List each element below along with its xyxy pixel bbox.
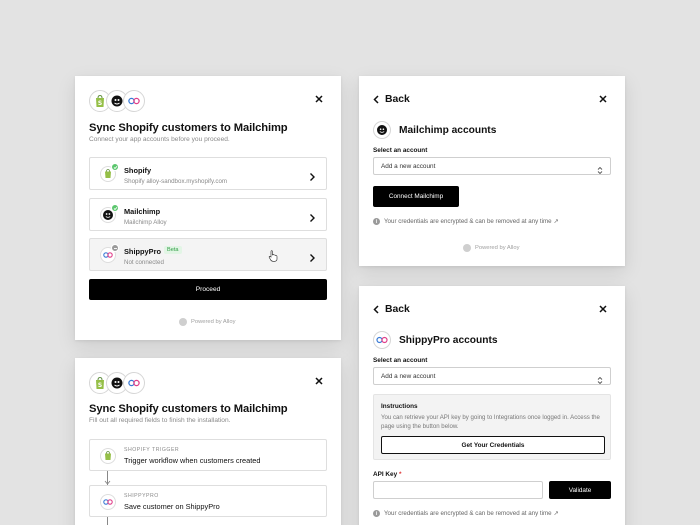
install-dialog: S Sync Shopify customers to Mailchimp Fi… — [75, 358, 341, 525]
close-icon[interactable] — [597, 93, 609, 105]
step-connector — [107, 517, 108, 525]
app-name: ShippyPro — [124, 247, 161, 256]
chevron-updown-icon — [597, 372, 603, 390]
api-key-label: API Key * — [373, 471, 401, 478]
chevron-updown-icon — [597, 162, 603, 180]
app-row-shippypro[interactable]: ShippyPro Beta Not connected — [89, 238, 327, 271]
instructions-panel: Instructions You can retrieve your API k… — [373, 394, 611, 460]
close-icon[interactable] — [597, 303, 609, 315]
shippypro-icon — [100, 494, 116, 510]
back-label: Back — [385, 304, 410, 315]
get-credentials-button[interactable]: Get Your Credentials — [381, 436, 605, 454]
mailchimp-accounts-dialog: Back Mailchimp accounts Select an accoun… — [359, 76, 625, 266]
connect-mailchimp-button[interactable]: Connect Mailchimp — [373, 186, 459, 207]
encryption-note-text: Your credentials are encrypted & can be … — [384, 510, 559, 517]
hand-cursor-icon — [268, 249, 278, 262]
back-label: Back — [385, 94, 410, 105]
instructions-text: You can retrieve your API key by going t… — [381, 414, 600, 430]
chevron-right-icon — [308, 250, 316, 262]
page-title: Sync Shopify customers to Mailchimp — [89, 403, 288, 415]
alloy-logo-icon — [463, 244, 471, 252]
shopify-icon — [100, 163, 119, 182]
info-icon: i — [373, 218, 380, 225]
api-key-label-text: API Key — [373, 471, 398, 478]
chevron-left-icon — [373, 95, 379, 104]
validate-button[interactable]: Validate — [549, 481, 611, 499]
shippypro-icon — [100, 244, 119, 263]
mailchimp-icon — [100, 204, 119, 223]
account-select[interactable]: Add a new account — [373, 367, 611, 385]
page-title: Sync Shopify customers to Mailchimp — [89, 122, 288, 134]
accounts-title: Mailchimp accounts — [399, 124, 497, 136]
encryption-note-text: Your credentials are encrypted & can be … — [384, 218, 559, 225]
svg-text:S: S — [98, 382, 102, 389]
select-account-label: Select an account — [373, 357, 428, 364]
back-button[interactable]: Back — [373, 304, 410, 315]
shippypro-icon — [123, 372, 145, 394]
app-account: Shopify alloy-sandbox.myshopify.com — [124, 178, 228, 185]
accounts-header: Mailchimp accounts — [373, 121, 496, 139]
account-select-value: Add a new account — [381, 163, 436, 170]
info-icon: i — [373, 510, 380, 517]
required-star: * — [398, 471, 402, 478]
app-account: Mailchimp Alloy — [124, 219, 167, 226]
page-subtitle: Fill out all required fields to finish t… — [89, 417, 231, 424]
encryption-note: i Your credentials are encrypted & can b… — [373, 510, 559, 517]
not-connected-icon — [111, 244, 119, 252]
powered-by-alloy: Powered by Alloy — [179, 318, 235, 326]
workflow-step-trigger[interactable]: SHOPIFY TRIGGER Trigger workflow when cu… — [89, 439, 327, 471]
shippypro-icon — [373, 331, 391, 349]
chevron-right-icon — [308, 210, 316, 222]
select-account-label: Select an account — [373, 147, 428, 154]
powered-by-alloy: Powered by Alloy — [463, 244, 519, 252]
instructions-title: Instructions — [381, 403, 418, 410]
accounts-title: ShippyPro accounts — [399, 334, 498, 346]
step-name: Save customer on ShippyPro — [124, 502, 220, 511]
powered-by-text: Powered by Alloy — [475, 245, 520, 251]
back-button[interactable]: Back — [373, 94, 410, 105]
chevron-right-icon — [308, 169, 316, 181]
close-icon[interactable] — [313, 93, 325, 105]
step-label: SHIPPYPRO — [124, 493, 159, 499]
app-row-shopify[interactable]: Shopify Shopify alloy-sandbox.myshopify.… — [89, 157, 327, 190]
connected-check-icon — [111, 163, 119, 171]
shippypro-icon — [123, 90, 145, 112]
shopify-icon — [100, 448, 116, 464]
api-key-input[interactable] — [373, 481, 543, 499]
beta-badge: Beta — [164, 246, 182, 254]
mailchimp-icon — [373, 121, 391, 139]
chevron-left-icon — [373, 305, 379, 314]
workflow-step-action[interactable]: SHIPPYPRO Save customer on ShippyPro — [89, 485, 327, 517]
svg-text:S: S — [98, 100, 102, 107]
app-name: Shopify — [124, 166, 152, 175]
app-row-mailchimp[interactable]: Mailchimp Mailchimp Alloy — [89, 198, 327, 231]
step-name: Trigger workflow when customers created — [124, 456, 261, 465]
step-label: SHOPIFY TRIGGER — [124, 447, 180, 453]
encryption-note: i Your credentials are encrypted & can b… — [373, 218, 559, 225]
page-subtitle: Connect your app accounts before you pro… — [89, 136, 230, 143]
connected-check-icon — [111, 204, 119, 212]
account-select-value: Add a new account — [381, 373, 436, 380]
close-icon[interactable] — [313, 375, 325, 387]
alloy-logo-icon — [179, 318, 187, 326]
app-status: Not connected — [124, 259, 164, 266]
accounts-header: ShippyPro accounts — [373, 331, 498, 349]
account-select[interactable]: Add a new account — [373, 157, 611, 175]
app-name: Mailchimp — [124, 207, 161, 216]
shippypro-accounts-dialog: Back ShippyPro accounts Select an accoun… — [359, 286, 625, 525]
powered-by-text: Powered by Alloy — [191, 319, 236, 325]
sync-dialog: S Sync Shopify customers to Mailchimp Co… — [75, 76, 341, 340]
proceed-button[interactable]: Proceed — [89, 279, 327, 300]
